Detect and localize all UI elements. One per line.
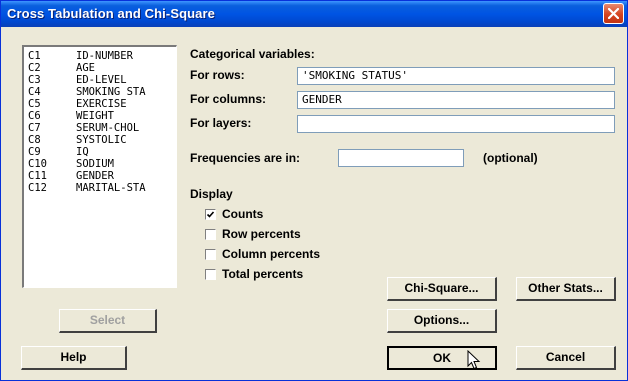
list-item[interactable]: C11 GENDER: [28, 170, 114, 182]
list-item[interactable]: C9 IQ: [28, 146, 89, 158]
list-item[interactable]: C6 WEIGHT: [28, 110, 114, 122]
check-icon: [206, 211, 215, 218]
total-percents-checkbox[interactable]: [205, 269, 216, 280]
layers-label: For layers:: [190, 116, 252, 130]
close-button[interactable]: [603, 3, 624, 24]
columns-label: For columns:: [190, 92, 267, 106]
list-item[interactable]: C1 ID-NUMBER: [28, 50, 133, 62]
list-item[interactable]: C8 SYSTOLIC: [28, 134, 127, 146]
counts-checkbox[interactable]: [205, 209, 216, 220]
layers-input[interactable]: [297, 115, 615, 133]
list-item[interactable]: C3 ED-LEVEL: [28, 74, 127, 86]
list-item[interactable]: C2 AGE: [28, 62, 95, 74]
options-button[interactable]: Options...: [387, 309, 497, 333]
title-bar[interactable]: Cross Tabulation and Chi-Square: [1, 1, 627, 27]
column-percents-checkbox[interactable]: [205, 249, 216, 260]
frequencies-label: Frequencies are in:: [190, 151, 301, 165]
frequencies-input[interactable]: [338, 149, 464, 167]
categorical-heading: Categorical variables:: [190, 47, 315, 61]
other-stats-button[interactable]: Other Stats...: [516, 277, 616, 301]
dialog-window: Cross Tabulation and Chi-Square C1 ID-NUM…: [0, 0, 628, 381]
list-item[interactable]: C12 MARITAL-STA: [28, 182, 146, 194]
rows-label: For rows:: [190, 68, 245, 82]
window-title: Cross Tabulation and Chi-Square: [7, 6, 215, 21]
chi-square-button[interactable]: Chi-Square...: [387, 277, 497, 301]
close-icon: [608, 8, 619, 19]
cancel-button[interactable]: Cancel: [516, 346, 616, 370]
rows-input[interactable]: 'SMOKING STATUS': [297, 67, 615, 85]
select-button[interactable]: Select: [59, 309, 157, 333]
variable-list[interactable]: C1 ID-NUMBER C2 AGE C3 ED-LEVEL C4 SMOKING S…: [22, 45, 177, 288]
list-item[interactable]: C5 EXERCISE: [28, 98, 127, 110]
list-item[interactable]: C4 SMOKING STA: [28, 86, 146, 98]
display-heading: Display: [190, 187, 233, 201]
columns-input[interactable]: GENDER: [297, 91, 615, 109]
list-item[interactable]: C10 SODIUM: [28, 158, 114, 170]
optional-label: (optional): [483, 151, 538, 165]
help-button[interactable]: Help: [21, 346, 127, 370]
mouse-pointer-icon: [467, 350, 481, 370]
row-percents-checkbox[interactable]: [205, 229, 216, 240]
list-item[interactable]: C7 SERUM-CHOL: [28, 122, 139, 134]
